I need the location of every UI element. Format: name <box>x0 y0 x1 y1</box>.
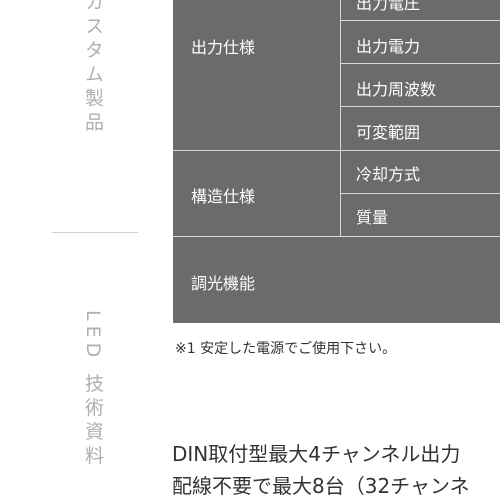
spec-group-label-output: 出力仕様 <box>191 38 256 57</box>
spec-group-label-structure: 構造仕様 <box>191 187 256 206</box>
description-line-1: DIN取付型最大4チャンネル出力 <box>172 442 461 466</box>
nav-divider <box>52 232 138 233</box>
row-divider <box>340 63 500 64</box>
spec-row-output-power: 出力電力 <box>356 37 421 56</box>
side-navigation: カスタム製品 LED 技術資料 <box>0 0 150 500</box>
spec-row-output-frequency: 出力周波数 <box>356 80 437 99</box>
spec-row-output-voltage: 出力電圧 <box>356 0 421 13</box>
nav-link-led-technical-docs[interactable]: LED 技術資料 <box>80 310 107 469</box>
column-divider <box>340 0 341 150</box>
row-divider <box>340 193 500 194</box>
spec-row-cooling-method: 冷却方式 <box>356 165 421 184</box>
spec-row-variable-range: 可変範囲 <box>356 123 421 142</box>
spec-table: 出力仕様 出力電圧 出力電力 出力周波数 可変範囲 構造仕様 冷却方式 質量 調… <box>173 0 500 323</box>
spec-row-mass: 質量 <box>356 208 389 227</box>
footnote: ※1 安定した電源でご使用下さい。 <box>175 341 397 357</box>
row-divider <box>340 20 500 21</box>
spec-group-dimming: 調光機能 <box>173 236 500 323</box>
spec-group-label-dimming: 調光機能 <box>191 274 256 293</box>
nav-link-custom-products[interactable]: カスタム製品 <box>80 0 107 136</box>
row-divider <box>340 106 500 107</box>
description-line-2: 配線不要で最大8台（32チャンネ <box>172 474 470 498</box>
spec-group-output: 出力仕様 出力電圧 出力電力 出力周波数 可変範囲 <box>173 0 500 150</box>
spec-group-structure: 構造仕様 冷却方式 質量 <box>173 150 500 236</box>
